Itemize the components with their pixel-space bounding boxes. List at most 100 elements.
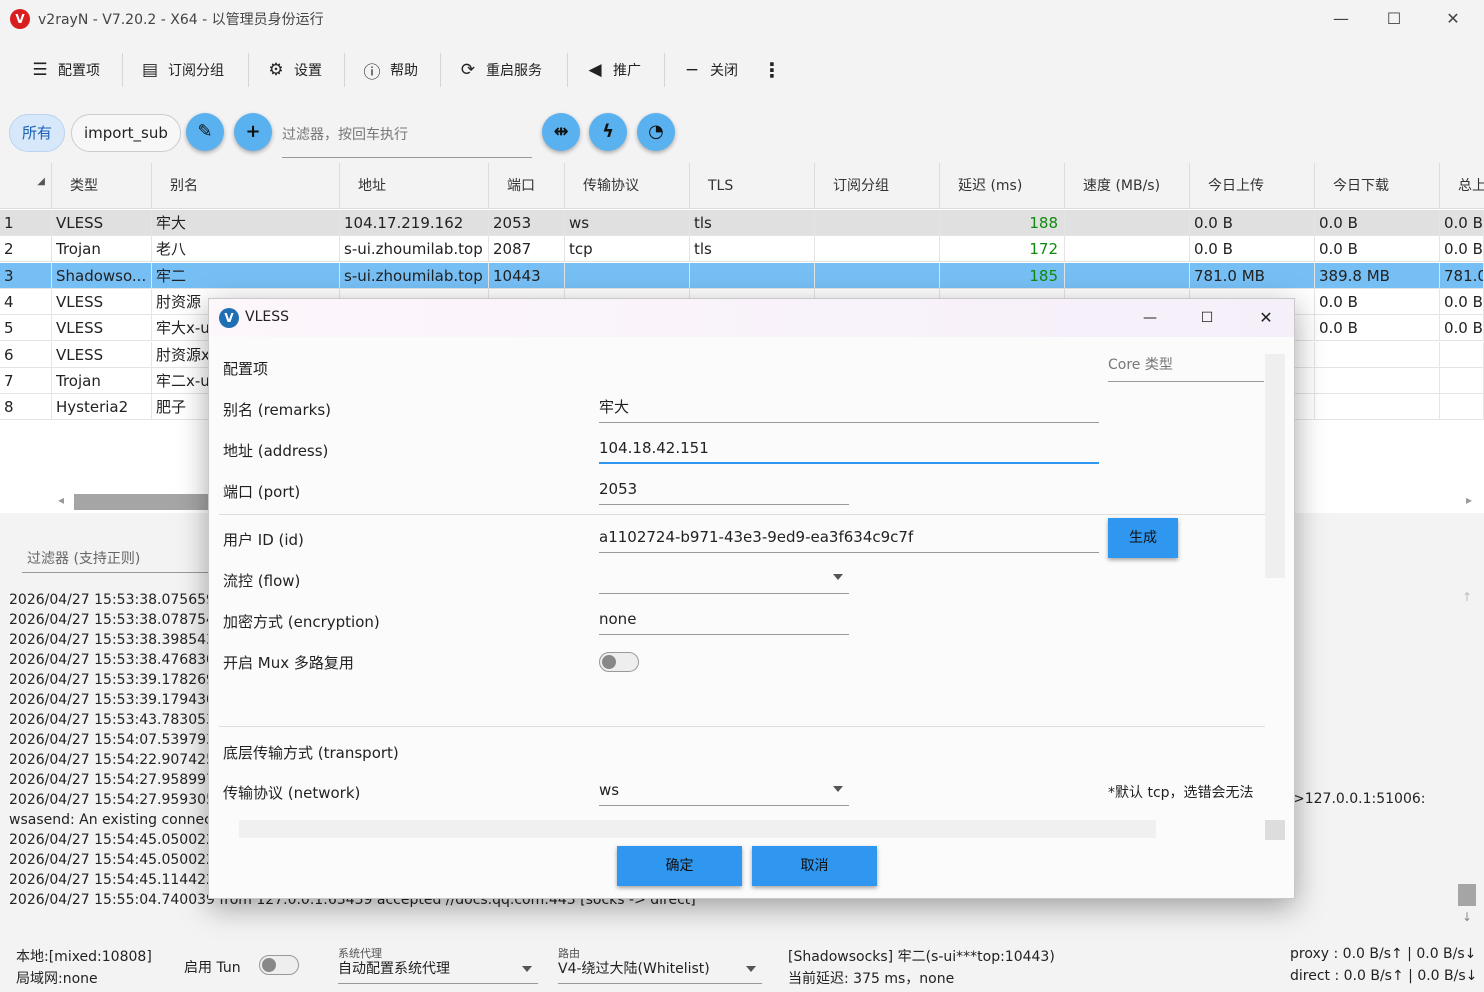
dialog-minimize-icon[interactable]: — [1135,303,1165,333]
promotion-button[interactable]: ◀ 推广 [585,53,641,87]
cell-down [1315,367,1440,394]
lan-text: 局域网:none [16,971,98,987]
toolbar-divider [344,53,345,87]
encryption-label: 加密方式 (encryption) [223,613,380,631]
group-chip-import-sub[interactable]: import_sub [71,114,181,152]
col-type[interactable]: 类型 [52,163,152,209]
cell-type: VLESS [52,315,152,342]
speedtest-icon[interactable]: ◔ [637,113,675,151]
mux-toggle[interactable] [599,652,639,672]
cell-addr: s-ui.zhoumilab.top [340,236,489,263]
direct-speed-text: direct : 0.0 B/s↑ | 0.0 B/s↓ [1290,968,1478,984]
id-field[interactable]: a1102724-b971-43e3-9ed9-ea3f634c9c7f [599,523,1099,553]
col-total-up[interactable]: 总上 [1440,163,1484,209]
close-button[interactable]: − 关闭 [682,53,738,87]
cell-delay: 185 [940,262,1065,289]
tun-toggle[interactable] [259,955,299,975]
log-scroll-up-icon[interactable]: ↑ [1458,590,1476,608]
cancel-button[interactable]: 取消 [752,846,877,886]
col-today-down[interactable]: 今日下载 [1315,163,1440,209]
col-network[interactable]: 传输协议 [565,163,690,209]
encryption-field[interactable]: none [599,605,849,635]
remarks-field[interactable]: 牢大 [599,393,1099,423]
cell-n: 2 [0,236,52,263]
col-remarks[interactable]: 别名 [152,163,340,209]
generate-button[interactable]: 生成 [1108,518,1178,558]
scroll-left-icon[interactable]: ◂ [58,493,64,507]
cell-net: ws [565,210,690,236]
log-scroll-down-icon[interactable]: ↓ [1458,910,1476,928]
table-row[interactable]: 2 Trojan 老八 s-ui.zhoumilab.top 2087 tcp tls 172… [0,236,1484,263]
cell-total: 0.0 B [1440,315,1484,342]
restart-service-button[interactable]: ⟳ 重启服务 [458,53,542,87]
speaker-icon: ◀ [588,60,602,80]
lightning-icon[interactable]: ϟ [589,113,627,151]
col-port[interactable]: 端口 [489,163,565,209]
sysproxy-select[interactable]: 自动配置系统代理 [338,958,538,984]
log-scrollbar-thumb[interactable] [1458,884,1476,906]
col-delay[interactable]: 延迟 (ms) [940,163,1065,209]
server-filter-input[interactable]: 过滤器，按回车执行 [282,120,532,158]
col-today-up[interactable]: 今日上传 [1190,163,1315,209]
subscriptions-button[interactable]: ▤ 订阅分组 [140,53,224,87]
maximize-icon[interactable]: ☐ [1371,6,1417,32]
cell-speed [1065,262,1190,289]
chevron-down-icon [833,786,843,792]
table-row[interactable]: 1 VLESS 牢大 104.17.219.162 2053 ws tls 188 0.0 B0… [0,210,1484,236]
minimize-icon[interactable]: — [1318,6,1364,32]
help-button[interactable]: ⓘ 帮助 [362,53,419,87]
cell-n: 5 [0,315,52,342]
routing-select[interactable]: V4-绕过大陆(Whitelist) [558,958,762,984]
cell-addr: 104.17.219.162 [340,210,489,236]
dialog-maximize-icon[interactable]: ☐ [1192,303,1222,333]
cell-down: 0.0 B [1315,236,1440,263]
cell-down [1315,341,1440,368]
address-field[interactable]: 104.18.42.151 [599,434,1099,464]
col-tls[interactable]: TLS [690,163,815,209]
log-filter-input[interactable]: 过滤器 (支持正则) [27,548,140,568]
cell-type: VLESS [52,341,152,368]
server-icon: ☰ [32,60,48,80]
divider [219,514,1265,515]
edit-icon[interactable]: ✎ [186,113,224,151]
log-line-fragment: >127.0.0.1:51006: [1293,791,1426,807]
select-all-corner[interactable]: ◢ [0,163,52,209]
cell-type: VLESS [52,288,152,315]
dialog-horizontal-scrollbar[interactable] [239,820,1156,838]
network-hint: *默认 tcp，选错会无法 [1108,785,1254,801]
vless-edit-dialog: V VLESS — ☐ ✕ 配置项 Core 类型 别名 (remarks) 牢… [208,298,1295,899]
cell-type: Trojan [52,236,152,263]
col-subscription[interactable]: 订阅分组 [815,163,940,209]
port-field[interactable]: 2053 [599,475,849,505]
profiles-button[interactable]: ☰ 配置项 [30,53,100,87]
dialog-close-icon[interactable]: ✕ [1251,303,1281,333]
flow-label: 流控 (flow) [223,572,301,590]
add-icon[interactable]: + [234,113,272,151]
refresh-icon: ⟳ [460,60,476,80]
network-label: 传输协议 (network) [223,784,361,802]
settings-button[interactable]: ⚙ 设置 [266,53,322,87]
cell-net: tcp [565,236,690,263]
group-chip-all[interactable]: 所有 [9,114,66,152]
network-select[interactable]: ws [599,776,849,806]
scroll-right-icon[interactable]: ▸ [1466,493,1472,507]
toolbar-divider [122,53,123,87]
core-type-select[interactable]: Core 类型 [1108,354,1264,382]
close-icon[interactable]: ✕ [1430,6,1476,32]
flow-select[interactable] [599,564,849,594]
toolbar-divider [248,53,249,87]
more-icon[interactable]: ⋮ [762,53,782,87]
dialog-vertical-scrollbar[interactable] [1265,354,1285,578]
col-speed[interactable]: 速度 (MB/s) [1065,163,1190,209]
toolbar-divider [567,53,568,87]
ok-button[interactable]: 确定 [617,846,742,886]
col-address[interactable]: 地址 [340,163,489,209]
section-title: 配置项 [223,360,269,378]
log-line: wsasend: An existing connecti [9,812,222,828]
tcping-icon[interactable]: ⇹ [542,113,580,151]
log-filter-underline [22,572,208,573]
table-row[interactable]: 3 Shadowso... 牢二 s-ui.zhoumilab.top 10443 185… [0,262,1484,289]
cell-n: 3 [0,262,52,289]
mux-label: 开启 Mux 多路复用 [223,654,354,672]
cell-sub [815,262,940,289]
